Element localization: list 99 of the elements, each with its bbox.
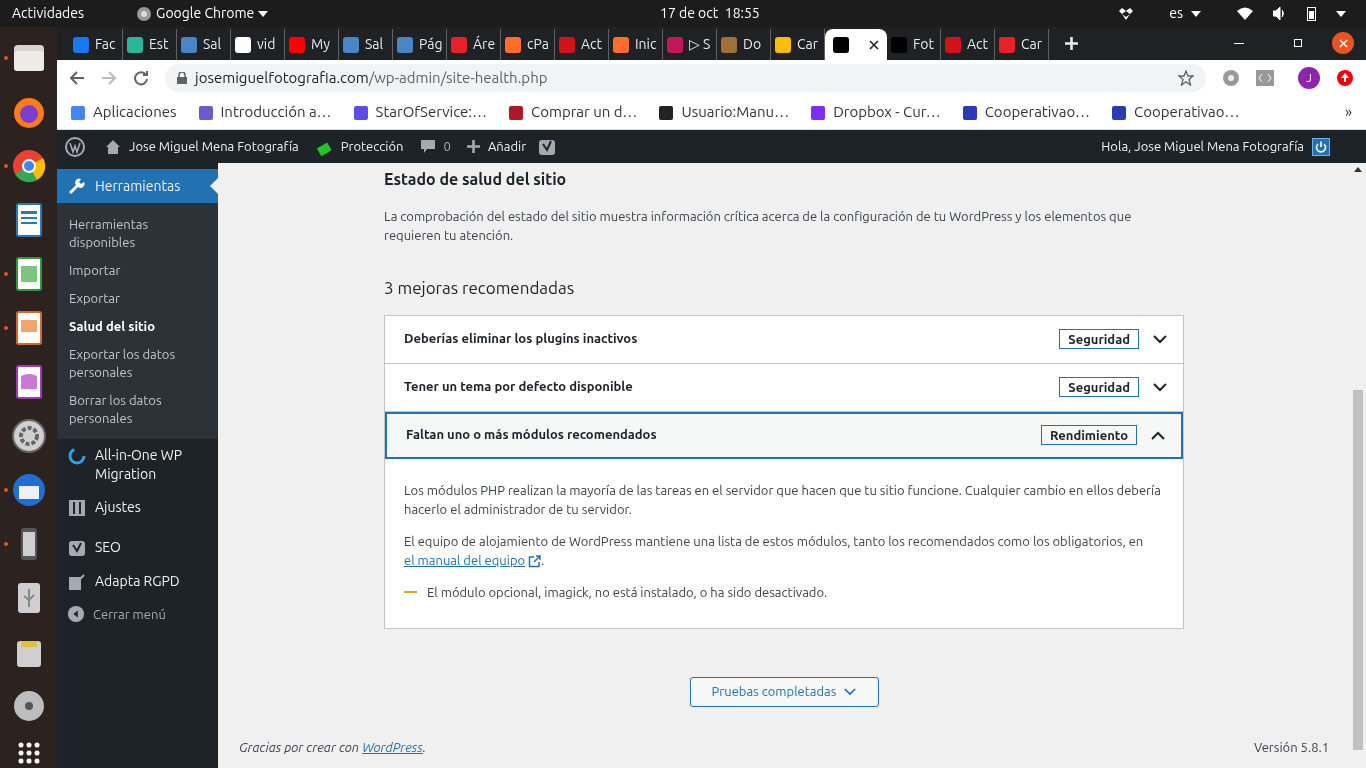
footer-thanks: Gracias por crear con WordPress. [239,739,427,757]
edit-icon [67,572,87,592]
scrollbar-thumb[interactable] [1353,390,1363,750]
address-bar[interactable]: josemiguelfotografia.com/wp-admin/site-health.php [165,64,1206,92]
section-title: Estado de salud del sitio [384,169,568,190]
issue-description: El equipo de alojamiento de WordPress mantiene una lista de estos módulos, tanto los recomendados como los obligatorios, en el manual del equipo . [404,532,1145,570]
bookmark-icon [962,105,977,120]
bookmark-icon [1112,105,1127,120]
back-icon[interactable] [69,70,85,86]
bookmark[interactable]: Dropbox - Cur… [811,101,941,124]
bookmark[interactable]: StarOfService:… [353,101,487,124]
bookmark-icon [659,105,674,120]
protection-link[interactable]: Protección [314,136,404,157]
chevron-up-icon [1151,430,1165,440]
home-icon [105,138,121,155]
app-grid-icon[interactable] [16,741,41,765]
issue-header[interactable]: Faltan uno o más módulos recomendados Rendimiento [385,411,1183,459]
caret-icon [1191,10,1201,17]
wifi-icon[interactable] [1237,7,1253,20]
collapse-menu-button[interactable]: Cerrar menú [57,599,218,631]
comments-link[interactable]: 0 [419,136,451,157]
bookmark-icon [811,105,826,120]
category-badge: Seguridad [1059,377,1139,397]
reload-icon[interactable] [133,70,149,86]
chevron-down-icon [1153,382,1167,392]
gear-icon[interactable] [9,417,48,455]
account-link[interactable]: Hola, Jose Miguel Mena Fotografía [1101,136,1330,157]
activities-button[interactable]: Actividades [12,3,85,24]
issue-description: Los módulos PHP realizan la mayoría de las tareas en el servidor que hacen que tu sitio funcione. Cualquier cambio en ellos debería hacerlo el administrador de tu servidor. [404,481,1162,518]
caret-icon[interactable] [1336,10,1346,17]
bookmark[interactable]: Aplicaciones [71,101,177,124]
close-window-button[interactable] [1332,32,1354,54]
browser-tab[interactable] [825,29,887,60]
submenu-item[interactable]: Exportar [57,284,218,312]
star-icon[interactable] [1178,70,1194,86]
external-link-icon [528,554,542,568]
warning-item: El módulo opcional, imagick, no está instalado, o ha sido desactivado. [404,582,1164,602]
close-icon [869,39,879,50]
passed-tests-button[interactable]: Pruebas completadas [689,676,879,707]
version-text: Versión 5.8.1 [1253,739,1329,757]
bookmark-icon [71,105,85,120]
restore-button[interactable] [1294,39,1302,47]
warning-dash-icon [404,591,417,593]
bookmark-icon [509,105,523,120]
plus-icon [466,140,480,153]
refresh-icon [67,446,87,466]
chevron-down-icon [1153,334,1167,344]
profile-avatar[interactable]: J [1298,67,1320,89]
bookmark-icon [198,105,213,120]
current-pointer [210,178,218,194]
submenu-item[interactable]: Salud del sitio [57,312,218,340]
wrench-icon [67,177,85,195]
minimize-button[interactable] [1234,42,1244,44]
site-link[interactable]: Jose Miguel Mena Fotografía [105,136,299,157]
bookmark[interactable]: Cooperativao… [1112,101,1240,124]
clock[interactable]: 17 de oct 18:55 [660,3,760,24]
caret-icon [258,10,269,17]
issue-header[interactable]: Tener un tema por defecto disponible Seguridad [385,363,1183,411]
new-tab-button[interactable] [1065,37,1078,50]
category-badge: Rendimiento [1041,425,1137,445]
submenu-item[interactable]: Exportar los datos personales [57,340,218,386]
add-new-link[interactable]: Añadir [466,136,527,157]
category-badge: Seguridad [1059,329,1139,349]
intro-text: La comprobación del estado del sitio muestra información crítica acerca de la configuración de tu WordPress y los elementos que requieren tu atención. [384,208,1133,244]
volume-icon[interactable] [1273,7,1287,20]
issue-header[interactable]: Deberías eliminar los plugins inactivos Seguridad [385,315,1183,363]
close-icon [1338,38,1348,48]
submenu-item[interactable]: Importar [57,256,218,284]
bookmark-icon [353,105,368,120]
comment-icon [419,139,436,154]
issues-count: 3 mejoras recomendadas [384,277,576,299]
bookmark[interactable]: Comprar un d… [509,101,638,124]
plus-icon [1065,37,1078,50]
bookmark[interactable]: Introducción a… [198,101,332,124]
app-icon [136,5,153,22]
menu-item[interactable]: Adapta RGPD [57,565,218,599]
upload-icon[interactable] [1336,69,1354,87]
menu-item-current[interactable]: Herramientas [57,169,218,203]
bookmark[interactable]: Cooperativao… [962,101,1091,124]
app-menu[interactable]: Google Chrome [136,3,269,24]
code-icon[interactable] [1256,70,1274,86]
menu-item[interactable]: All-in-One WP Migration [57,439,218,491]
chevron-down-icon [844,687,857,696]
submenu-item[interactable]: Herramientas disponibles [57,210,218,256]
sliders-icon [67,498,87,518]
collapse-icon [67,605,85,623]
menu-item[interactable]: Ajustes [57,491,218,525]
bookmark[interactable]: Usuario:Manu… [659,101,790,124]
language-indicator[interactable]: es [1169,3,1201,24]
power-icon [1312,137,1330,156]
submenu-item[interactable]: Borrar los datos personales [57,386,218,432]
scroll-up-icon[interactable] [1354,167,1362,172]
battery-icon[interactable] [1307,6,1316,21]
menu-item[interactable]: SEO [57,531,218,565]
wordpress-logo-icon[interactable] [65,136,85,157]
dropbox-icon[interactable] [1119,7,1134,20]
more-bookmarks-button[interactable]: » [1344,101,1352,124]
wordpress-link[interactable]: WordPress [362,740,423,755]
team-handbook-link[interactable]: el manual del equipo [404,552,526,567]
